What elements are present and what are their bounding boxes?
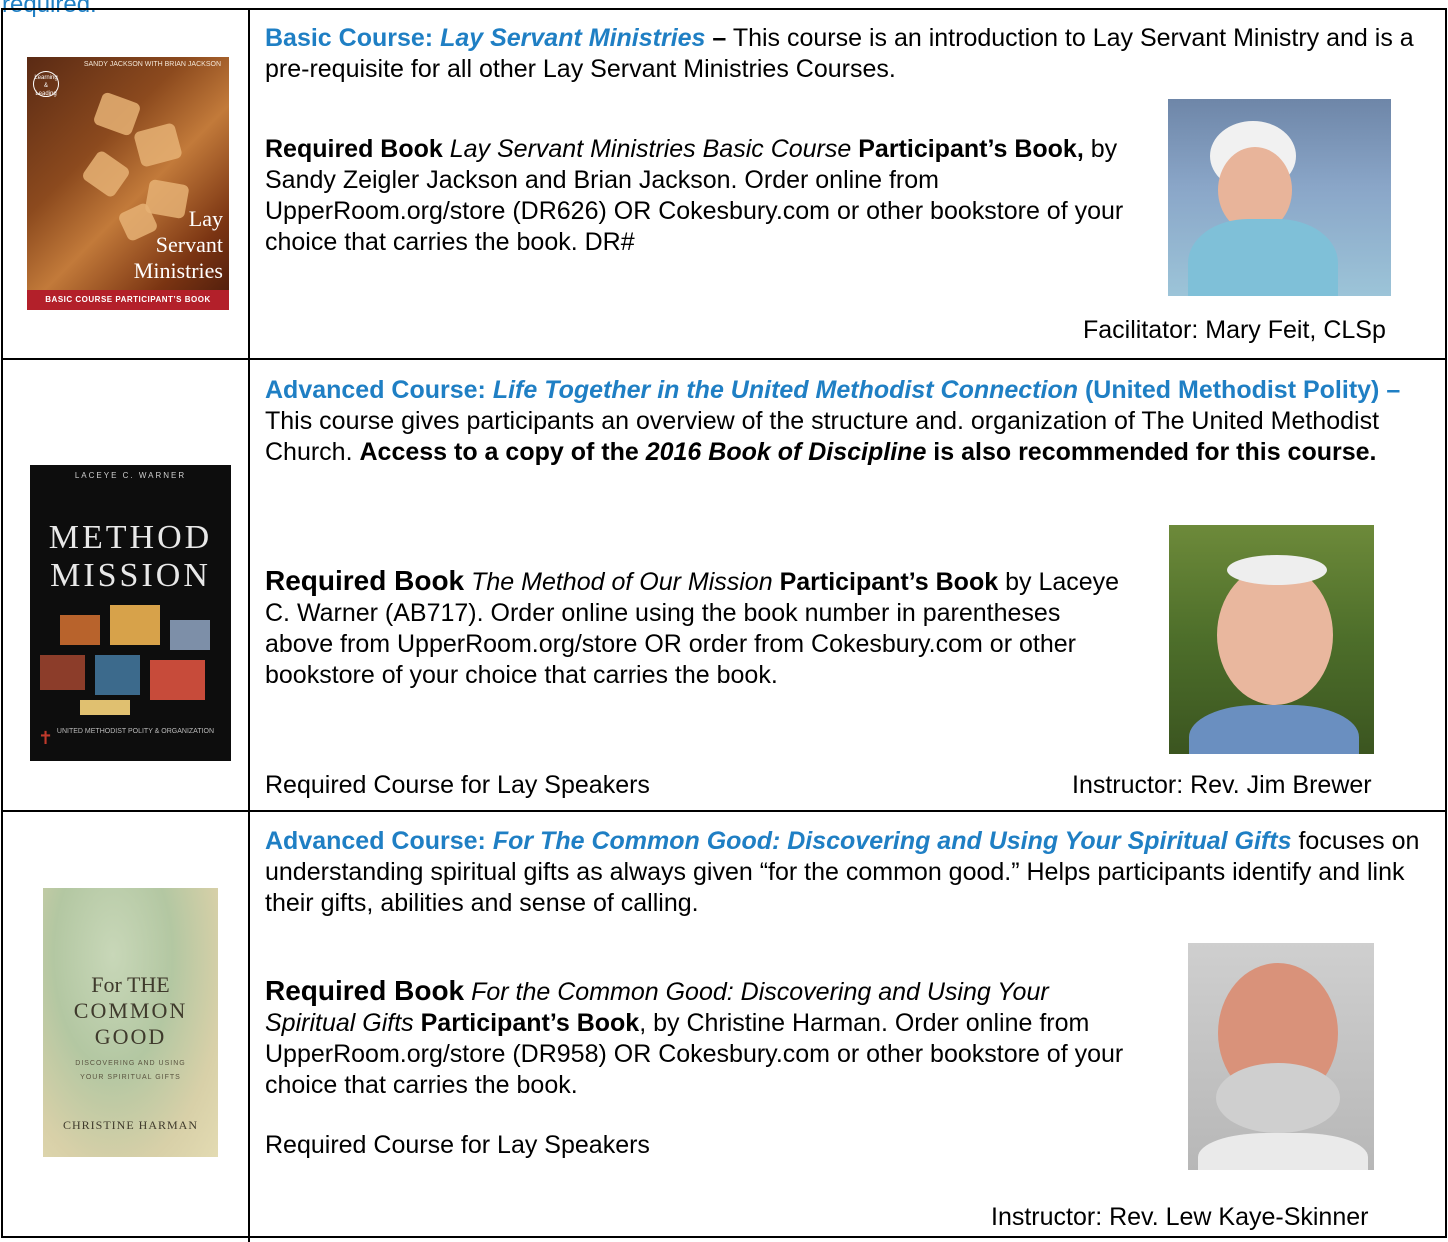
- cover-title-line: METHOD: [48, 519, 213, 556]
- facilitator-photo: [1168, 99, 1391, 296]
- cover-title-line: MISSION: [50, 557, 211, 594]
- book-cover-method-of-our-mission: LACEYE C. WARNER METHOD MISSION UNITED M…: [30, 465, 231, 761]
- cover-subtitle: UNITED METHODIST POLITY & ORGANIZATION: [56, 728, 215, 735]
- facilitator-label: Facilitator: Mary Feit, CLSp: [1083, 316, 1386, 344]
- puzzle-piece: [80, 149, 132, 199]
- instructor-photo: [1169, 525, 1374, 754]
- course-row-basic: Learning & Leading SANDY JACKSON WITH BR…: [3, 10, 1445, 360]
- column-divider: [248, 812, 250, 1242]
- course-heading: Advanced Course: For The Common Good: Di…: [265, 827, 1420, 917]
- jacket: [1188, 219, 1338, 296]
- face: [1217, 565, 1333, 705]
- course-heading: Basic Course: Lay Servant Ministries – T…: [265, 24, 1414, 83]
- course-title-link[interactable]: Life Together in the United Methodist Co…: [493, 376, 1078, 404]
- column-divider: [248, 360, 250, 810]
- puzzle-piece: [92, 91, 142, 137]
- cover-title: Lay Servant Ministries: [133, 206, 223, 283]
- course-title-link[interactable]: For The Common Good: Discovering and Usi…: [493, 827, 1292, 855]
- course-row-common-good: For THE COMMON GOOD DISCOVERING AND USIN…: [3, 812, 1445, 1242]
- required-course-note: Required Course for Lay Speakers: [265, 771, 650, 799]
- column-divider: [248, 10, 250, 358]
- required-book: Required Book Lay Servant Ministries Bas…: [265, 135, 1124, 256]
- required-course-note: Required Course for Lay Speakers: [265, 1131, 650, 1159]
- instructor-photo: [1188, 943, 1374, 1170]
- shirt: [1198, 1133, 1368, 1170]
- book-cover-common-good: For THE COMMON GOOD DISCOVERING AND USIN…: [43, 888, 218, 1157]
- required-book: Required Book For the Common Good: Disco…: [265, 975, 1124, 1099]
- required-book: Required Book The Method of Our Mission …: [265, 565, 1120, 689]
- puzzle-piece: [133, 122, 183, 168]
- course-row-polity: LACEYE C. WARNER METHOD MISSION UNITED M…: [3, 360, 1445, 812]
- instructor-label: Instructor: Rev. Lew Kaye-Skinner: [991, 1203, 1369, 1231]
- course-table: Learning & Leading SANDY JACKSON WITH BR…: [1, 8, 1447, 1242]
- cover-band: BASIC COURSE PARTICIPANT’S BOOK: [27, 290, 229, 310]
- course-heading: Advanced Course: Life Together in the Un…: [265, 376, 1401, 466]
- cover-collage: [40, 605, 220, 715]
- shirt: [1189, 705, 1359, 754]
- beard: [1216, 1063, 1340, 1133]
- cover-author: LACEYE C. WARNER: [74, 471, 187, 480]
- cross-flame-icon: ✝: [38, 728, 54, 748]
- badge-logo: Learning & Leading: [33, 71, 59, 97]
- cover-authors: SANDY JACKSON WITH BRIAN JACKSON: [83, 61, 221, 68]
- course-title-link[interactable]: Lay Servant Ministries: [440, 24, 705, 52]
- hair: [1227, 555, 1327, 585]
- instructor-label: Instructor: Rev. Jim Brewer: [1072, 771, 1372, 799]
- book-cover-lay-servant-ministries: Learning & Leading SANDY JACKSON WITH BR…: [27, 57, 229, 310]
